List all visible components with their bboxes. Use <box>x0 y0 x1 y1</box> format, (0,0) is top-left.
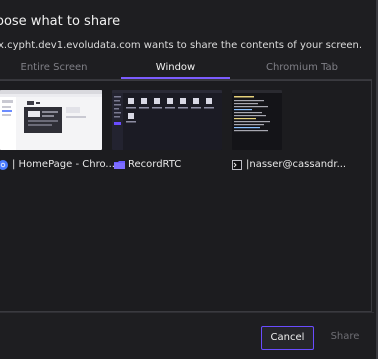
tab-entire-screen-label: Entire Screen <box>20 62 88 73</box>
tab-chromium-tab-label: Chromium Tab <box>265 62 339 73</box>
source-tabs: Entire Screen Window Chromium Tab <box>0 58 376 80</box>
homepage-preview-image <box>0 90 102 150</box>
share-button[interactable]: Share <box>323 326 367 350</box>
tab-chromium-tab[interactable]: Chromium Tab <box>243 58 361 80</box>
cancel-button[interactable]: Cancel <box>261 326 314 350</box>
terminal-icon <box>232 159 242 170</box>
tab-window[interactable]: Window <box>121 58 230 80</box>
tab-window-label: Window <box>155 62 196 73</box>
source-item-recordrtc[interactable]: RecordRTC <box>114 159 181 170</box>
footer-divider <box>0 312 374 313</box>
dialog-title: oose what to share <box>0 14 121 29</box>
folder-icon <box>114 160 125 170</box>
tab-entire-screen[interactable]: Entire Screen <box>0 58 108 80</box>
recordrtc-preview-image <box>112 90 222 150</box>
dialog-subtitle: x.cypht.dev1.evoludata.com wants to shar… <box>0 40 363 51</box>
source-label-recordrtc: RecordRTC <box>128 159 182 170</box>
screen-share-dialog: oose what to share x.cypht.dev1.evoludat… <box>0 0 378 359</box>
source-label-homepage: | HomePage - Chro... <box>12 159 115 170</box>
source-label-terminal: |nasser@cassandr... <box>246 159 347 170</box>
source-thumbnail-terminal[interactable] <box>232 90 282 150</box>
source-item-terminal[interactable]: |nasser@cassandr... <box>232 159 346 170</box>
terminal-preview-image <box>232 90 282 150</box>
source-item-homepage[interactable]: | HomePage - Chro... <box>0 159 115 170</box>
source-thumbnail-recordrtc[interactable] <box>112 90 222 150</box>
source-thumbnail-homepage[interactable] <box>0 90 102 150</box>
chromium-icon <box>0 159 8 170</box>
